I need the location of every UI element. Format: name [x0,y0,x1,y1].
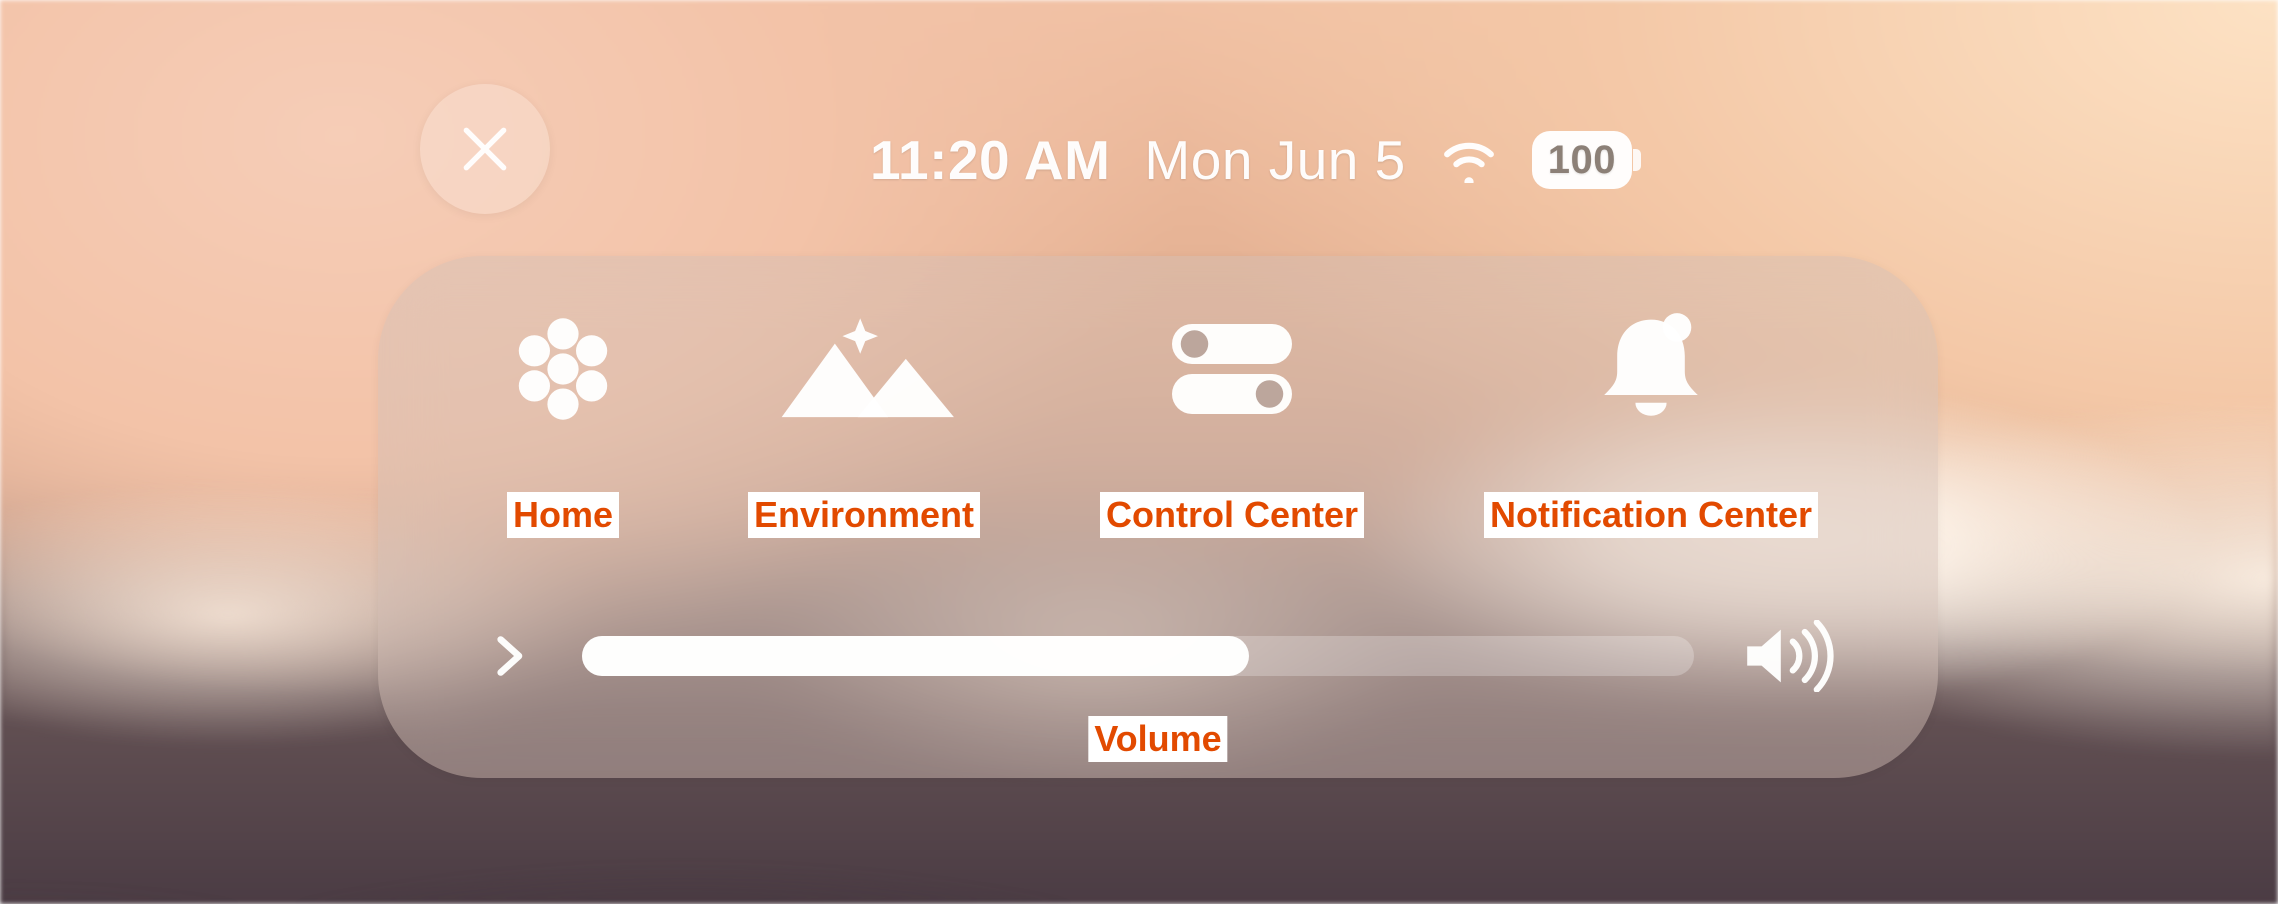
volume-row [478,616,1838,696]
toggles-icon [1157,304,1307,434]
volume-slider[interactable] [582,636,1694,676]
bell-icon [1581,304,1721,434]
panel-item-label: Home [507,492,619,538]
chevron-right-icon [486,628,530,684]
status-bar: 11:20 AM Mon Jun 5 100 [870,128,1632,192]
mountains-sparkle-icon [769,304,959,434]
wifi-icon [1440,137,1498,183]
panel-item-environment[interactable]: Environment [748,304,980,538]
status-date: Mon Jun 5 [1144,128,1405,192]
panel-top-row: Home Environment [378,304,1938,538]
close-icon [457,121,513,177]
battery-level: 100 [1548,131,1616,189]
close-button[interactable] [420,84,550,214]
panel-item-label: Notification Center [1484,492,1818,538]
volume-label: Volume [1088,716,1227,762]
panel-item-notification-center[interactable]: Notification Center [1484,304,1818,538]
volume-speaker-button[interactable] [1738,616,1838,696]
speaker-icon [1740,620,1836,692]
panel-item-label: Control Center [1100,492,1364,538]
volume-slider-fill [582,636,1249,676]
home-cluster-icon [498,304,628,434]
panel-item-label: Environment [748,492,980,538]
panel-item-control-center[interactable]: Control Center [1100,304,1364,538]
volume-expand-button[interactable] [478,624,538,688]
control-panel: Home Environment [378,256,1938,778]
status-time: 11:20 AM [870,128,1110,192]
battery-indicator: 100 [1532,131,1632,189]
panel-item-home[interactable]: Home [498,304,628,538]
